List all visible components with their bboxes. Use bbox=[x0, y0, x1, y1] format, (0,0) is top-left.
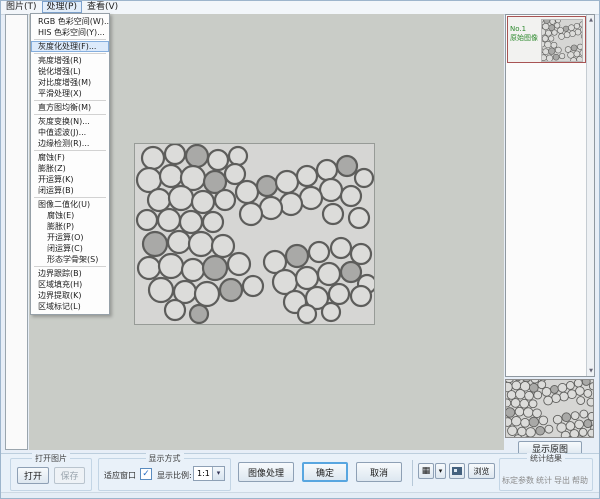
menu-item[interactable]: 闭运算(B) bbox=[31, 185, 109, 196]
display-mode-group: 显示方式 适应窗口 ✓ 显示比例: 1:1 ▾ bbox=[98, 458, 231, 491]
result-item-no: No.1 bbox=[510, 25, 540, 34]
menu-item[interactable]: 边界提取(K) bbox=[31, 290, 109, 301]
dropdown-menu: RGB 色彩空间(W)...HIS 色彩空间(Y)... 灰度化处理(F)... 亮… bbox=[30, 13, 110, 315]
menu-item[interactable]: 亮度增强(R) bbox=[31, 55, 109, 66]
cancel-button[interactable]: 取消 bbox=[356, 462, 402, 482]
scroll-up-icon[interactable]: ▲ bbox=[587, 15, 595, 25]
preview-thumb-svg bbox=[506, 380, 593, 437]
menu-item[interactable]: 对比度增强(M) bbox=[31, 77, 109, 88]
menu-item[interactable]: HIS 色彩空间(Y)... bbox=[31, 27, 109, 38]
display-mode-group-title: 显示方式 bbox=[146, 453, 184, 464]
chevron-down-icon[interactable]: ▾ bbox=[435, 463, 446, 479]
chevron-down-icon[interactable]: ▾ bbox=[212, 467, 224, 480]
stats-button[interactable]: 标定参数 bbox=[502, 475, 534, 486]
preview-thumbnail[interactable] bbox=[505, 379, 594, 438]
stats-group: 统计结果 标定参数统计导出帮助 bbox=[499, 458, 593, 491]
toolbar-divider bbox=[412, 460, 413, 486]
app-window: 图片(T)处理(P)查看(V) RGB 色彩空间(W)...HIS 色彩空间(Y… bbox=[0, 0, 600, 499]
particle-image-svg bbox=[135, 144, 374, 324]
status-bar bbox=[1, 492, 600, 499]
result-item-thumbnail bbox=[541, 19, 583, 62]
image-process-button[interactable]: 图像处理 bbox=[238, 462, 294, 482]
menu-separator bbox=[34, 266, 106, 267]
open-picture-group-title: 打开图片 bbox=[32, 453, 70, 464]
menu-separator bbox=[34, 100, 106, 101]
result-item-label: 原始图像 bbox=[510, 34, 540, 43]
menu-separator bbox=[34, 150, 106, 151]
menu-item[interactable]: 边缘检测(R)... bbox=[31, 138, 109, 149]
menu-item[interactable]: 区域标记(L) bbox=[31, 301, 109, 312]
ok-button[interactable]: 确定 bbox=[302, 462, 348, 482]
menu-item[interactable]: 区域填充(H) bbox=[31, 279, 109, 290]
menu-item[interactable]: 灰度变换(N)... bbox=[31, 116, 109, 127]
result-item-text: No.1 原始图像 bbox=[510, 25, 540, 43]
save-button[interactable]: 保存 bbox=[54, 467, 85, 484]
result-thumb-svg bbox=[542, 20, 582, 61]
fit-window-checkbox[interactable]: ✓ bbox=[140, 468, 152, 480]
menu-separator bbox=[34, 53, 106, 54]
stats-button[interactable]: 统计 bbox=[536, 475, 552, 486]
open-button[interactable]: 打开 bbox=[17, 467, 49, 484]
menu-item[interactable]: 边界跟踪(B) bbox=[31, 268, 109, 279]
menu-item[interactable]: 锐化增强(L) bbox=[31, 66, 109, 77]
menu-separator bbox=[34, 114, 106, 115]
menu-item[interactable]: 腐蚀(E) bbox=[31, 210, 109, 221]
menu-item[interactable]: 平滑处理(X) bbox=[31, 88, 109, 99]
menu-item[interactable]: 中值滤波(J)... bbox=[31, 127, 109, 138]
menu-item[interactable]: RGB 色彩空间(W)... bbox=[31, 16, 109, 27]
fit-window-label: 适应窗口 bbox=[104, 470, 136, 481]
particle-image bbox=[134, 143, 375, 325]
result-list: No.1 原始图像 ▲ ▼ bbox=[505, 14, 595, 377]
browse-button[interactable]: 浏览 bbox=[468, 463, 495, 479]
stats-buttons: 标定参数统计导出帮助 bbox=[501, 468, 591, 487]
list-scrollbar[interactable]: ▲ ▼ bbox=[586, 15, 594, 376]
bottom-toolbar: 打开图片 打开 保存 显示方式 适应窗口 ✓ 显示比例: 1:1 ▾ 图像处理 … bbox=[1, 453, 600, 492]
scale-combobox-value: 1:1 bbox=[197, 467, 210, 480]
menu-picture[interactable]: 图片(T) bbox=[1, 1, 42, 13]
image-icon-glyph bbox=[452, 467, 462, 475]
menu-item[interactable]: 图像二值化(U) bbox=[31, 199, 109, 210]
menu-item[interactable]: 闭运算(C) bbox=[31, 243, 109, 254]
image-icon[interactable] bbox=[449, 463, 465, 479]
stats-button[interactable]: 帮助 bbox=[572, 475, 588, 486]
result-list-item[interactable]: No.1 原始图像 bbox=[507, 16, 586, 63]
left-panel bbox=[5, 14, 28, 450]
menu-item[interactable]: 膨胀(P) bbox=[31, 221, 109, 232]
scale-label: 显示比例: bbox=[157, 470, 192, 481]
menu-view[interactable]: 查看(V) bbox=[82, 1, 123, 13]
menu-item[interactable]: 直方图均衡(M) bbox=[31, 102, 109, 113]
stats-button[interactable]: 导出 bbox=[554, 475, 570, 486]
menu-item[interactable]: 开运算(K) bbox=[31, 174, 109, 185]
menu-separator bbox=[34, 197, 106, 198]
menu-item[interactable]: 形态学骨架(S) bbox=[31, 254, 109, 265]
menu-item[interactable]: 开运算(O) bbox=[31, 232, 109, 243]
menu-separator bbox=[34, 39, 106, 40]
menu-item[interactable]: 腐蚀(F) bbox=[31, 152, 109, 163]
scale-combobox[interactable]: 1:1 ▾ bbox=[193, 466, 225, 481]
open-picture-group: 打开图片 打开 保存 bbox=[10, 458, 92, 491]
grid-view-icon[interactable]: ▦ bbox=[418, 463, 434, 479]
stats-group-title: 统计结果 bbox=[527, 453, 565, 464]
menu-item[interactable]: 灰度化处理(F)... bbox=[31, 41, 109, 52]
menu-item[interactable]: 膨胀(Z) bbox=[31, 163, 109, 174]
scroll-down-icon[interactable]: ▼ bbox=[587, 366, 595, 376]
menu-process[interactable]: 处理(P) bbox=[42, 1, 82, 13]
